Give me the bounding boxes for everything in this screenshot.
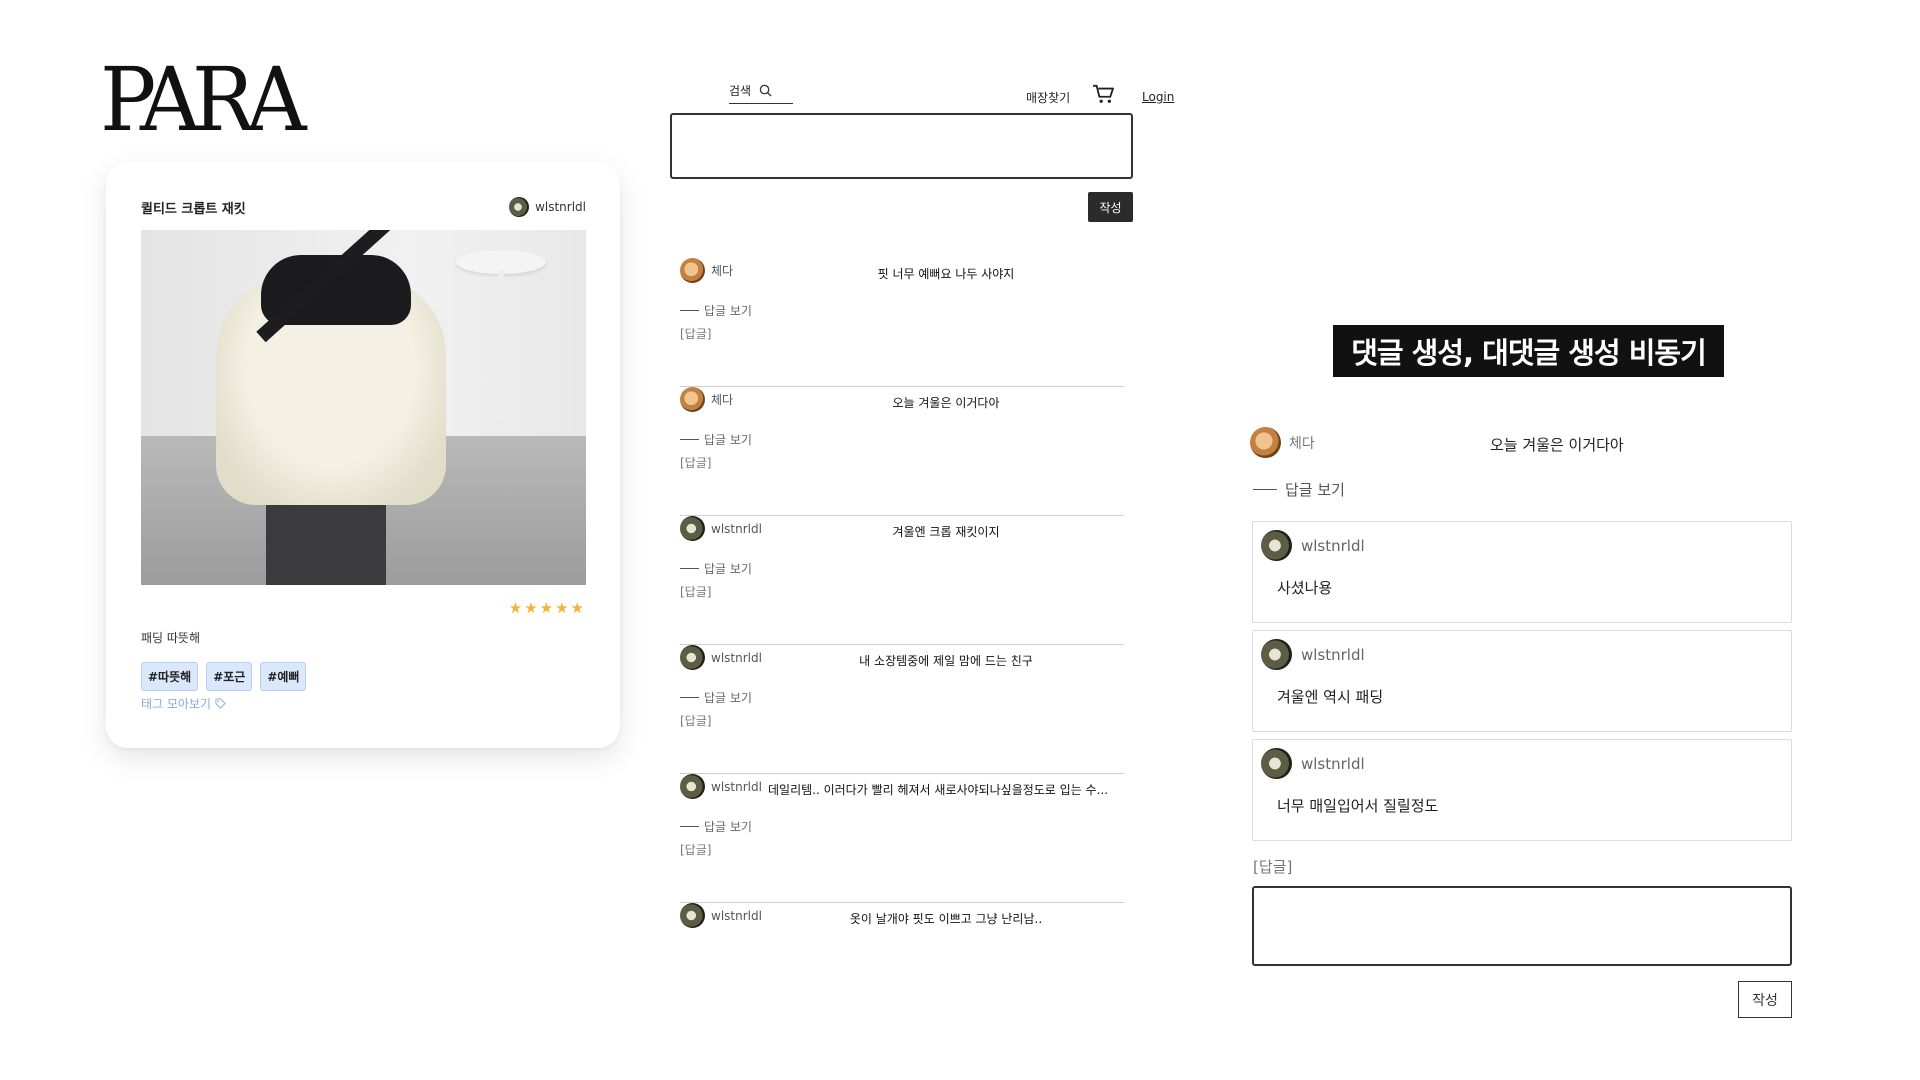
- comment-author[interactable]: 체다: [680, 258, 733, 283]
- reply-input[interactable]: [1252, 886, 1792, 966]
- comment-author[interactable]: 체다: [1250, 427, 1315, 458]
- avatar: [1250, 427, 1281, 458]
- reply-link[interactable]: [답글]: [680, 841, 711, 858]
- feature-banner: 댓글 생성, 대댓글 생성 비동기: [1333, 325, 1724, 377]
- view-replies-link[interactable]: 답글 보기: [680, 302, 752, 319]
- view-replies-link[interactable]: 답글 보기: [680, 818, 752, 835]
- tag-list: #따뜻해 #포근 #예뻐: [141, 662, 307, 691]
- reply-link[interactable]: [답글]: [680, 583, 711, 600]
- post-photo: [141, 230, 586, 585]
- reply-author-name: wlstnrldl: [1301, 645, 1365, 664]
- post-description: 패딩 따뜻해: [141, 631, 201, 645]
- reply-link[interactable]: [답글]: [680, 454, 711, 471]
- comment-author[interactable]: wlstnrldl: [680, 774, 762, 799]
- search-icon: [759, 84, 772, 97]
- avatar: [509, 197, 530, 217]
- para-logo[interactable]: PARA: [100, 56, 307, 144]
- reply-author[interactable]: wlstnrldl: [1261, 748, 1365, 779]
- avatar: [1261, 530, 1292, 561]
- store-finder-link[interactable]: 매장찾기: [1026, 89, 1070, 106]
- search-link[interactable]: 검색: [729, 82, 793, 104]
- tag-chip[interactable]: #예뻐: [260, 662, 307, 691]
- tag-chip[interactable]: #포근: [206, 662, 253, 691]
- avatar: [680, 903, 705, 928]
- post-author[interactable]: wlstnrldl: [509, 197, 586, 217]
- comment-text: 겨울엔 크롭 재킷이지: [892, 525, 1000, 539]
- list-item: wlstnrldl 옷이 날개야 핏도 이쁘고 그냥 난리남..: [680, 903, 1124, 1032]
- cart-button[interactable]: [1092, 84, 1114, 108]
- reply-text: 겨울엔 역시 패딩: [1277, 688, 1384, 706]
- view-replies-label: 답글 보기: [704, 304, 752, 318]
- list-item: wlstnrldl 내 소장템중에 제일 맘에 드는 친구 답글 보기 [답글]: [680, 645, 1124, 774]
- list-item: 체다 오늘 겨울은 이거다아 답글 보기 [답글]: [680, 387, 1124, 516]
- reply-author-name: wlstnrldl: [1301, 754, 1365, 773]
- search-label: 검색: [729, 84, 752, 98]
- comment-author-name: wlstnrldl: [711, 908, 762, 923]
- reply-link[interactable]: [답글]: [680, 325, 711, 342]
- avatar: [680, 645, 705, 670]
- submit-comment-button[interactable]: 작성: [1088, 192, 1133, 222]
- comment-text: 오늘 겨울은 이거다아: [892, 396, 1000, 410]
- comment-author-name: 체다: [1289, 435, 1315, 452]
- view-replies-label: 답글 보기: [704, 820, 752, 834]
- comment-author[interactable]: 체다: [680, 387, 733, 412]
- reply-author[interactable]: wlstnrldl: [1261, 639, 1365, 670]
- comment-author[interactable]: wlstnrldl: [680, 516, 762, 541]
- reply-author[interactable]: wlstnrldl: [1261, 530, 1365, 561]
- avatar: [1261, 748, 1292, 779]
- avatar: [680, 516, 705, 541]
- comment-text: 내 소장템중에 제일 맘에 드는 친구: [859, 654, 1033, 668]
- avatar: [1261, 639, 1292, 670]
- cart-icon: [1093, 84, 1114, 103]
- view-replies-label: 답글 보기: [704, 562, 752, 576]
- login-link[interactable]: Login: [1142, 90, 1174, 104]
- list-item: wlstnrldl 데일리템.. 이러다가 빨리 헤져서 새로사야되나싶을정도로…: [680, 774, 1124, 903]
- post-card: 퀼티드 크롭트 재킷 wlstnrldl ★★★★★ 패딩 따뜻해 #따뜻해 #…: [106, 162, 620, 748]
- reply-link[interactable]: [답글]: [680, 712, 711, 729]
- comment-author-name: 체다: [711, 264, 734, 278]
- comment-list: 체다 핏 너무 예뻐요 나두 사야지 답글 보기 [답글] 체다 오늘 겨울은 …: [680, 258, 1124, 1032]
- comment-text: 옷이 날개야 핏도 이쁘고 그냥 난리남..: [849, 912, 1043, 926]
- view-replies-label: 답글 보기: [704, 433, 752, 447]
- tag-chip[interactable]: #따뜻해: [141, 662, 199, 691]
- comment-author-name: wlstnrldl: [711, 521, 762, 536]
- post-title: 퀼티드 크롭트 재킷: [141, 202, 246, 217]
- reply-item: wlstnrldl 겨울엔 역시 패딩: [1252, 630, 1792, 732]
- list-item: wlstnrldl 겨울엔 크롭 재킷이지 답글 보기 [답글]: [680, 516, 1124, 645]
- view-replies-label: 답글 보기: [704, 691, 752, 705]
- avatar: [680, 774, 705, 799]
- comment-text: 데일리템.. 이러다가 빨리 헤져서 새로사야되나싶을정도로 입는 수...: [768, 783, 1109, 797]
- comment-text: 오늘 겨울은 이거다아: [1490, 436, 1624, 454]
- tag-more-link[interactable]: 태그 모아보기: [141, 695, 226, 712]
- comment-author-name: 체다: [711, 393, 734, 407]
- view-replies-link[interactable]: 답글 보기: [680, 689, 752, 706]
- comment-author-name: wlstnrldl: [711, 650, 762, 665]
- comment-author[interactable]: wlstnrldl: [680, 903, 762, 928]
- avatar: [680, 387, 705, 412]
- tag-more-label: 태그 모아보기: [141, 697, 212, 711]
- reply-item: wlstnrldl 너무 매일입어서 질릴정도: [1252, 739, 1792, 841]
- comment-input[interactable]: [670, 113, 1133, 179]
- list-item: 체다 핏 너무 예뻐요 나두 사야지 답글 보기 [답글]: [680, 258, 1124, 387]
- view-replies-link[interactable]: 답글 보기: [1253, 479, 1345, 500]
- comment-text: 핏 너무 예뻐요 나두 사야지: [877, 267, 1015, 281]
- view-replies-label: 답글 보기: [1285, 481, 1345, 499]
- view-replies-link[interactable]: 답글 보기: [680, 431, 752, 448]
- reply-item: wlstnrldl 사셨나용: [1252, 521, 1792, 623]
- comment-author[interactable]: wlstnrldl: [680, 645, 762, 670]
- submit-reply-button[interactable]: 작성: [1738, 981, 1792, 1018]
- post-author-name: wlstnrldl: [535, 200, 586, 214]
- tag-icon: [215, 698, 226, 709]
- view-replies-link[interactable]: 답글 보기: [680, 560, 752, 577]
- reply-text: 너무 매일입어서 질릴정도: [1277, 797, 1439, 815]
- comment-author-name: wlstnrldl: [711, 779, 762, 794]
- avatar: [680, 258, 705, 283]
- reply-label: [답글]: [1253, 858, 1293, 876]
- reply-author-name: wlstnrldl: [1301, 536, 1365, 555]
- rating-stars: ★★★★★: [508, 599, 586, 617]
- reply-text: 사셨나용: [1277, 579, 1333, 597]
